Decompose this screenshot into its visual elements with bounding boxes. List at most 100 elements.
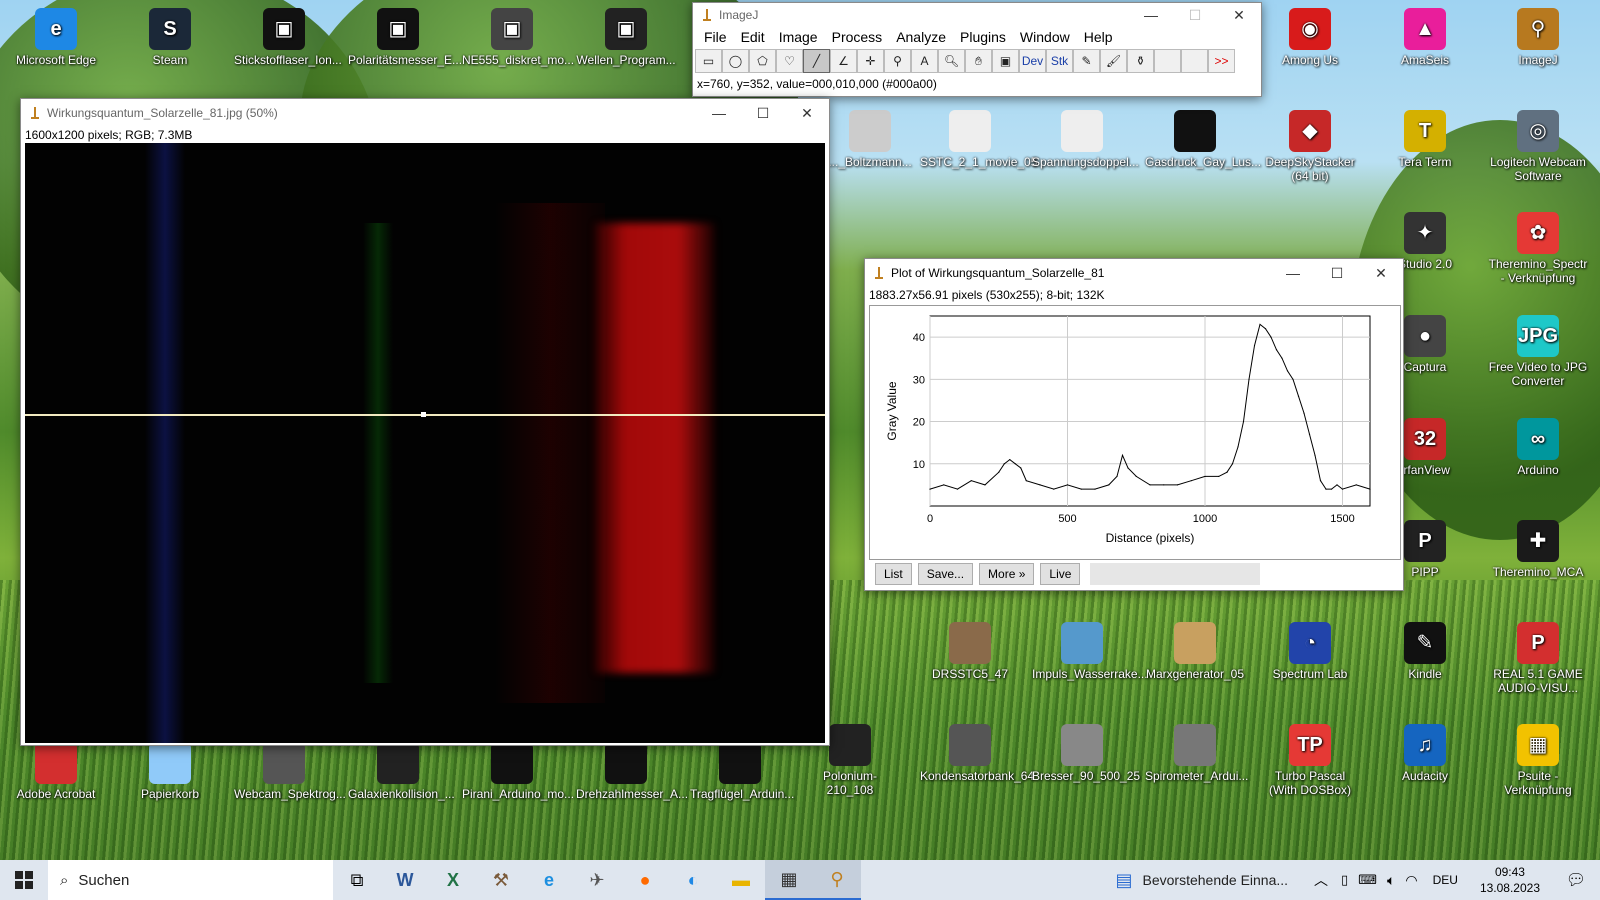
start-button[interactable] <box>0 860 48 900</box>
device-icon[interactable]: ▯ <box>1341 872 1348 888</box>
taskbar-app-active-icon[interactable]: ▦ <box>765 860 813 900</box>
desktop-icon[interactable]: ▣ Wellen_Program... <box>576 8 676 67</box>
menu-image[interactable]: Image <box>772 29 825 45</box>
close-button[interactable]: ✕ <box>1217 1 1261 29</box>
excel-icon[interactable]: X <box>429 860 477 900</box>
volume-icon[interactable]: 🔈︎ <box>1387 872 1395 889</box>
maximize-button[interactable]: ☐ <box>1173 1 1217 29</box>
notification-item[interactable]: ▤ Bevorstehende Einna... <box>1115 870 1288 891</box>
word-icon[interactable]: W <box>381 860 429 900</box>
polygon-tool-icon[interactable]: ⬠ <box>749 49 776 73</box>
stack-tool-button[interactable]: Stk <box>1046 49 1073 73</box>
angle-tool-icon[interactable]: ∠ <box>830 49 857 73</box>
line-tool-icon[interactable]: ╱ <box>803 49 830 73</box>
desktop-icon[interactable]: Tragflügel_Arduin... <box>690 742 794 801</box>
language-indicator[interactable]: DEU <box>1433 873 1458 887</box>
plot-save-button[interactable]: Save... <box>917 563 974 585</box>
desktop-icon[interactable]: Marxgenerator_05 <box>1145 622 1245 681</box>
desktop-icon[interactable]: Gasdruck_Gay_Lus... <box>1145 110 1261 169</box>
ime-icon[interactable]: ⌨ <box>1358 872 1377 888</box>
desktop-icon[interactable]: Adobe Acrobat <box>6 742 106 801</box>
desktop-icon[interactable]: ◔ Spectrum Lab <box>1260 622 1360 681</box>
desktop-icon[interactable]: T Tera Term <box>1375 110 1475 169</box>
minimize-button[interactable]: — <box>1129 1 1173 29</box>
desktop-icon[interactable]: TP Turbo Pascal (With DOSBox) <box>1260 724 1360 797</box>
desktop-icon[interactable]: Spannungsdoppel... <box>1032 110 1139 169</box>
maximize-button[interactable]: ☐ <box>741 99 785 127</box>
desktop-icon[interactable]: ▲ AmaSeis <box>1375 8 1475 67</box>
image-titlebar[interactable]: Wirkungsquantum_Solarzelle_81.jpg (50%) … <box>21 99 829 127</box>
desktop-icon[interactable]: ∞ Arduino <box>1488 418 1588 477</box>
desktop-icon[interactable]: ▣ Polaritätsmesser_E... <box>348 8 462 67</box>
menu-help[interactable]: Help <box>1077 29 1120 45</box>
blank1-icon[interactable] <box>1154 49 1181 73</box>
flood-fill-tool-icon[interactable]: ⚱ <box>1127 49 1154 73</box>
desktop-icon[interactable]: ◉ Among Us <box>1260 8 1360 67</box>
menu-edit[interactable]: Edit <box>734 29 772 45</box>
desktop-icon[interactable]: ..._Boltzmann... <box>820 110 920 169</box>
desktop-icon[interactable]: Pirani_Arduino_mo... <box>462 742 574 801</box>
imagej-taskbar-icon[interactable]: ⚲ <box>813 860 861 900</box>
internet-explorer-icon[interactable]: e <box>525 860 573 900</box>
network-icon[interactable]: ◠ <box>1405 872 1417 889</box>
desktop-icon[interactable]: P REAL 5.1 GAME AUDIO-VISU... <box>1488 622 1588 695</box>
desktop-icon[interactable]: e Microsoft Edge <box>6 8 106 67</box>
more-tools-button[interactable]: >> <box>1208 49 1235 73</box>
close-button[interactable]: ✕ <box>785 99 829 127</box>
imagej-titlebar[interactable]: ImageJ — ☐ ✕ <box>693 3 1261 27</box>
menu-file[interactable]: File <box>697 29 734 45</box>
text-tool-icon[interactable]: A <box>911 49 938 73</box>
menu-process[interactable]: Process <box>825 29 890 45</box>
blank2-icon[interactable] <box>1181 49 1208 73</box>
action-center-icon[interactable]: 💬︎ <box>1552 860 1600 900</box>
menu-window[interactable]: Window <box>1013 29 1077 45</box>
point-tool-icon[interactable]: ✛ <box>857 49 884 73</box>
task-view-icon[interactable]: ⧉ <box>333 860 381 900</box>
image-window[interactable]: Wirkungsquantum_Solarzelle_81.jpg (50%) … <box>20 98 830 746</box>
scroll-tool-icon[interactable]: ✋︎ <box>965 49 992 73</box>
freehand-tool-icon[interactable]: ♡ <box>776 49 803 73</box>
desktop-icon[interactable]: ▦ Psuite - Verknüpfung <box>1488 724 1588 797</box>
imagej-main-window[interactable]: ImageJ — ☐ ✕ File Edit Image Process Analyze… <box>692 2 1262 97</box>
minimize-button[interactable]: — <box>697 99 741 127</box>
rectangle-tool-icon[interactable]: ▭ <box>695 49 722 73</box>
close-button[interactable]: ✕ <box>1359 259 1403 287</box>
desktop-icon[interactable]: JPG Free Video to JPG Converter <box>1488 315 1588 388</box>
menu-plugins[interactable]: Plugins <box>953 29 1013 45</box>
desktop-icon[interactable]: DRSSTC5_47 <box>920 622 1020 681</box>
line-selection-handle[interactable] <box>421 412 426 417</box>
chevron-up-icon[interactable]: ︿ <box>1314 870 1328 890</box>
spectrum-image-canvas[interactable] <box>25 143 825 743</box>
desktop-icon[interactable]: Papierkorb <box>120 742 220 801</box>
menu-analyze[interactable]: Analyze <box>889 29 953 45</box>
desktop-icon[interactable]: Webcam_Spektrog... <box>234 742 346 801</box>
desktop-icon[interactable]: ✿ Theremino_Spectr - Verknüpfung <box>1488 212 1588 285</box>
dev-tool-button[interactable]: Dev <box>1019 49 1046 73</box>
clock[interactable]: 09:43 13.08.2023 <box>1480 864 1540 896</box>
maximize-button[interactable]: ☐ <box>1315 259 1359 287</box>
desktop-icon[interactable]: Impuls_Wasserrake... <box>1032 622 1148 681</box>
oval-tool-icon[interactable]: ◯ <box>722 49 749 73</box>
tools-app-icon[interactable]: ⚒ <box>477 860 525 900</box>
desktop-icon[interactable]: ▣ Stickstofflaser_Ion... <box>234 8 342 67</box>
desktop-icon[interactable]: ◎ Logitech Webcam Software <box>1488 110 1588 183</box>
desktop-icon[interactable]: S Steam <box>120 8 220 67</box>
desktop-icon[interactable]: ♫ Audacity <box>1375 724 1475 783</box>
desktop-icon[interactable]: Galaxienkollision_... <box>348 742 455 801</box>
desktop-icon[interactable]: ◆ DeepSkyStacker (64 bit) <box>1260 110 1360 183</box>
misc-app-icon[interactable]: ✈ <box>573 860 621 900</box>
desktop-icon[interactable]: ✚ Theremino_MCA <box>1488 520 1588 579</box>
plot-window[interactable]: Plot of Wirkungsquantum_Solarzelle_81 — … <box>864 258 1404 591</box>
plot-live-button[interactable]: Live <box>1040 563 1081 585</box>
desktop-icon[interactable]: SSTC_2_1_movie_05 <box>920 110 1037 169</box>
firefox-icon[interactable]: ● <box>621 860 669 900</box>
desktop-icon[interactable]: Spirometer_Ardui... <box>1145 724 1248 783</box>
desktop-icon[interactable]: ⚲ ImageJ <box>1488 8 1588 67</box>
magnifier-tool-icon[interactable]: 🔍︎ <box>938 49 965 73</box>
desktop-icon[interactable]: ▣ NE555_diskret_mo... <box>462 8 574 67</box>
wand-tool-icon[interactable]: ⚲ <box>884 49 911 73</box>
brush-tool-icon[interactable]: 🖌︎ <box>1100 49 1127 73</box>
edge-icon[interactable]: ◐ <box>669 860 717 900</box>
desktop-icon[interactable]: Drehzahlmesser_A... <box>576 742 688 801</box>
desktop-icon[interactable]: Bresser_90_500_25 <box>1032 724 1140 783</box>
